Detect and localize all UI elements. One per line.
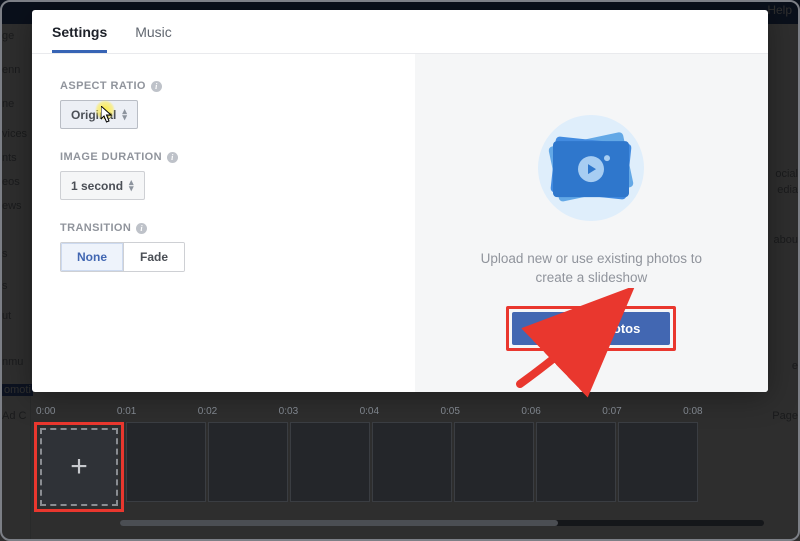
image-duration-label: IMAGE DURATION i: [60, 151, 387, 163]
thumbnail-row: +: [32, 422, 768, 512]
timeline-scrollbar-thumb[interactable]: [120, 520, 558, 526]
tab-music[interactable]: Music: [135, 12, 172, 53]
caret-icon: [122, 107, 127, 122]
thumbnail-slot[interactable]: [126, 422, 206, 502]
add-photos-label: Add Photos: [567, 321, 640, 336]
aspect-ratio-value: Original: [71, 108, 116, 122]
aspect-ratio-field: ASPECT RATIO i Original: [60, 80, 387, 129]
slideshow-illustration-icon: [531, 112, 651, 224]
add-photos-button[interactable]: + Add Photos: [512, 312, 670, 345]
thumbnail-slot[interactable]: [290, 422, 370, 502]
upload-help-text: Upload new or use existing photos to cre…: [461, 250, 721, 288]
transition-none-button[interactable]: None: [61, 243, 123, 271]
info-icon[interactable]: i: [151, 81, 162, 92]
transition-toggle: None Fade: [60, 242, 185, 272]
settings-column: ASPECT RATIO i Original IMAGE DURA: [32, 54, 415, 392]
timeline-scrollbar[interactable]: [120, 520, 764, 526]
transition-field: TRANSITION i None Fade: [60, 222, 387, 272]
panel-tabs: Settings Music: [32, 10, 768, 54]
info-icon[interactable]: i: [167, 152, 178, 163]
thumbnail-slot[interactable]: [536, 422, 616, 502]
image-duration-field: IMAGE DURATION i 1 second: [60, 151, 387, 200]
thumbnail-slot[interactable]: [618, 422, 698, 502]
slideshow-create-panel: Settings Music ASPECT RATIO i Original: [32, 10, 768, 392]
caret-icon: [129, 178, 134, 193]
add-photos-annotation-box: + Add Photos: [506, 306, 676, 351]
upload-area: Upload new or use existing photos to cre…: [415, 54, 768, 392]
thumbnail-slot[interactable]: [208, 422, 288, 502]
thumbnail-slot[interactable]: [454, 422, 534, 502]
aspect-ratio-label: ASPECT RATIO i: [60, 80, 387, 92]
modal-overlay: Settings Music ASPECT RATIO i Original: [0, 0, 800, 541]
image-duration-value: 1 second: [71, 179, 123, 193]
time-ticks: 0:00 0:01 0:02 0:03 0:04 0:05 0:06 0:07 …: [32, 401, 768, 422]
timeline: 0:00 0:01 0:02 0:03 0:04 0:05 0:06 0:07 …: [32, 401, 768, 527]
transition-fade-button[interactable]: Fade: [123, 243, 184, 271]
image-duration-dropdown[interactable]: 1 second: [60, 171, 145, 200]
tab-settings[interactable]: Settings: [52, 12, 107, 53]
add-slot-annotation-box: +: [34, 422, 124, 512]
add-thumbnail-button[interactable]: +: [40, 428, 118, 506]
transition-label: TRANSITION i: [60, 222, 387, 234]
thumbnail-slot[interactable]: [372, 422, 452, 502]
aspect-ratio-dropdown[interactable]: Original: [60, 100, 138, 129]
photo-add-icon: +: [542, 321, 558, 335]
info-icon[interactable]: i: [136, 223, 147, 234]
